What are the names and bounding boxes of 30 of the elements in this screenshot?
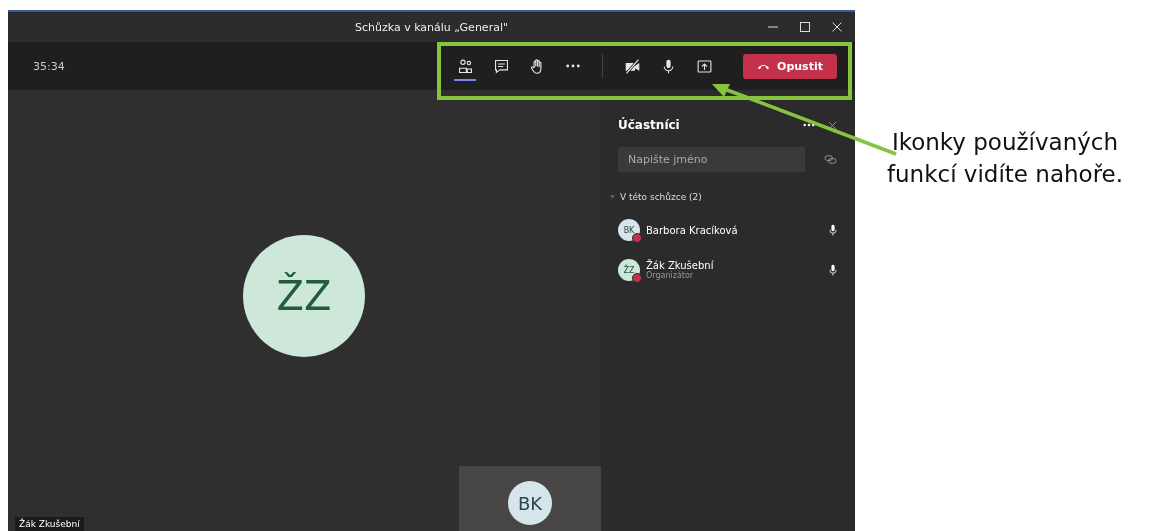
window-title: Schůzka v kanálu „General" xyxy=(354,20,508,34)
avatar: BK xyxy=(508,481,552,525)
leave-button[interactable]: Opustit xyxy=(743,53,837,79)
avatar: ŽZ xyxy=(618,259,640,281)
search-field[interactable]: Napište jméno xyxy=(618,147,805,172)
close-icon[interactable] xyxy=(828,120,837,130)
annotation-text: Ikonky používaných funkcí vidíte nahoře. xyxy=(885,128,1125,189)
participant-name-label: Žák Zkušební xyxy=(15,517,84,531)
participant-name: Barbora Kracíková xyxy=(646,224,738,236)
link-icon[interactable] xyxy=(824,153,837,166)
avatar: ŽZ xyxy=(243,234,365,357)
participant-role: Organizátor xyxy=(646,271,695,280)
status-dot xyxy=(632,273,642,283)
microphone-icon[interactable] xyxy=(829,264,837,276)
people-icon xyxy=(456,57,474,75)
panel-title: Účastníci xyxy=(618,118,680,132)
avatar: BK xyxy=(618,219,640,241)
share-screen-icon xyxy=(695,57,713,75)
camera-off-icon xyxy=(623,57,641,75)
meeting-timer: 35:34 xyxy=(33,59,65,73)
more-icon xyxy=(566,64,580,68)
more-icon[interactable] xyxy=(803,123,815,127)
microphone-icon[interactable] xyxy=(829,224,837,236)
section-heading[interactable]: V této schůzce (2) xyxy=(620,192,702,202)
maximize-icon[interactable] xyxy=(799,21,811,33)
phone-icon xyxy=(757,62,771,70)
chat-icon xyxy=(492,57,510,75)
caret-icon[interactable] xyxy=(610,195,615,199)
status-dot xyxy=(632,233,642,243)
participant-name: Žák Zkušební xyxy=(646,260,714,271)
